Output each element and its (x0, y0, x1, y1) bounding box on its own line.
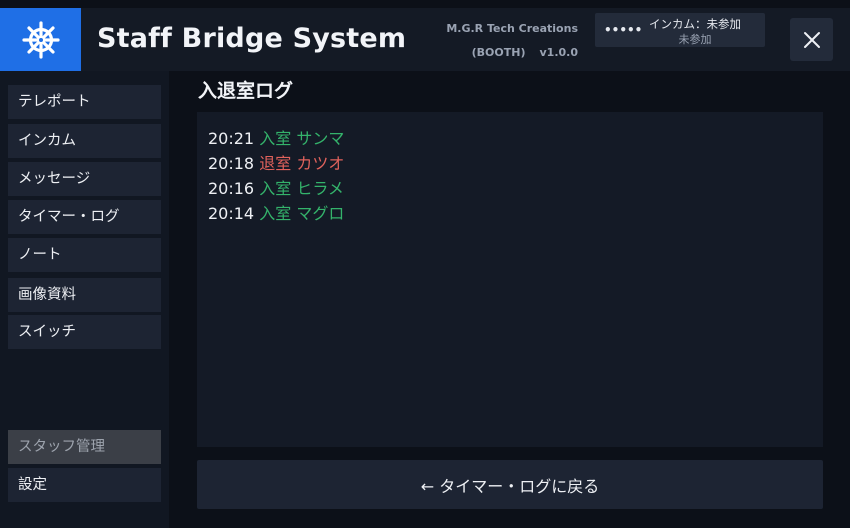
log-action: 退室 (259, 154, 292, 173)
logo (0, 8, 81, 71)
booth-label: (BOOTH) (471, 46, 526, 59)
log-action: 入室 (259, 129, 292, 148)
log-time: 20:21 (208, 129, 255, 148)
log-action: 入室 (259, 204, 292, 223)
sidebar-item-timer-log[interactable]: タイマー・ログ (8, 200, 161, 234)
log-name: サンマ (296, 129, 345, 148)
intercom-status-panel[interactable]: ••••• インカム：未参加 未参加 (595, 13, 765, 47)
back-to-timer-log-button[interactable]: ← タイマー・ログに戻る (197, 460, 823, 509)
log-name: ヒラメ (296, 179, 344, 198)
version-label: v1.0.0 (539, 46, 579, 59)
app-title: Staff Bridge System (97, 23, 407, 54)
log-name: マグロ (296, 204, 345, 223)
sidebar-item-settings[interactable]: 設定 (8, 468, 161, 502)
log-time: 20:16 (208, 179, 255, 198)
close-button[interactable] (790, 18, 833, 61)
app-window: Staff Bridge System M.G.R Tech Creations… (0, 0, 850, 528)
sidebar-item-message[interactable]: メッセージ (8, 162, 161, 196)
sidebar-item-staff-management[interactable]: スタッフ管理 (8, 430, 161, 464)
log-time: 20:14 (208, 204, 255, 223)
close-icon (803, 31, 820, 48)
log-name: カツオ (296, 154, 345, 173)
sidebar-item-intercom[interactable]: インカム (8, 124, 161, 158)
sidebar-item-switch[interactable]: スイッチ (8, 315, 161, 349)
sidebar-item-image-docs[interactable]: 画像資料 (8, 278, 161, 312)
sidebar: テレポート インカム メッセージ タイマー・ログ ノート 画像資料 スイッチ ス… (0, 71, 169, 528)
page-title: 入退室ログ (198, 80, 294, 102)
log-row: 20:14 入室 マグロ (208, 200, 344, 224)
log-row: 20:21 入室 サンマ (208, 125, 344, 149)
intercom-sub-text: 未参加 (678, 33, 712, 46)
sidebar-item-teleport[interactable]: テレポート (8, 85, 161, 119)
log-time: 20:18 (208, 154, 255, 173)
log-action: 入室 (259, 179, 292, 198)
log-row: 20:18 退室 カツオ (208, 150, 344, 174)
ship-wheel-icon (21, 20, 60, 59)
credit-text: M.G.R Tech Creations (446, 22, 578, 35)
sidebar-item-note[interactable]: ノート (8, 238, 161, 272)
intercom-status-text: インカム：未参加 (649, 17, 741, 31)
entry-log-list: 20:21 入室 サンマ 20:18 退室 カツオ 20:16 入室 ヒラメ 2… (197, 112, 823, 447)
log-row: 20:16 入室 ヒラメ (208, 175, 344, 199)
credit-booth: (BOOTH) v1.0.0 (440, 46, 578, 59)
header-bar: Staff Bridge System M.G.R Tech Creations… (0, 8, 850, 71)
